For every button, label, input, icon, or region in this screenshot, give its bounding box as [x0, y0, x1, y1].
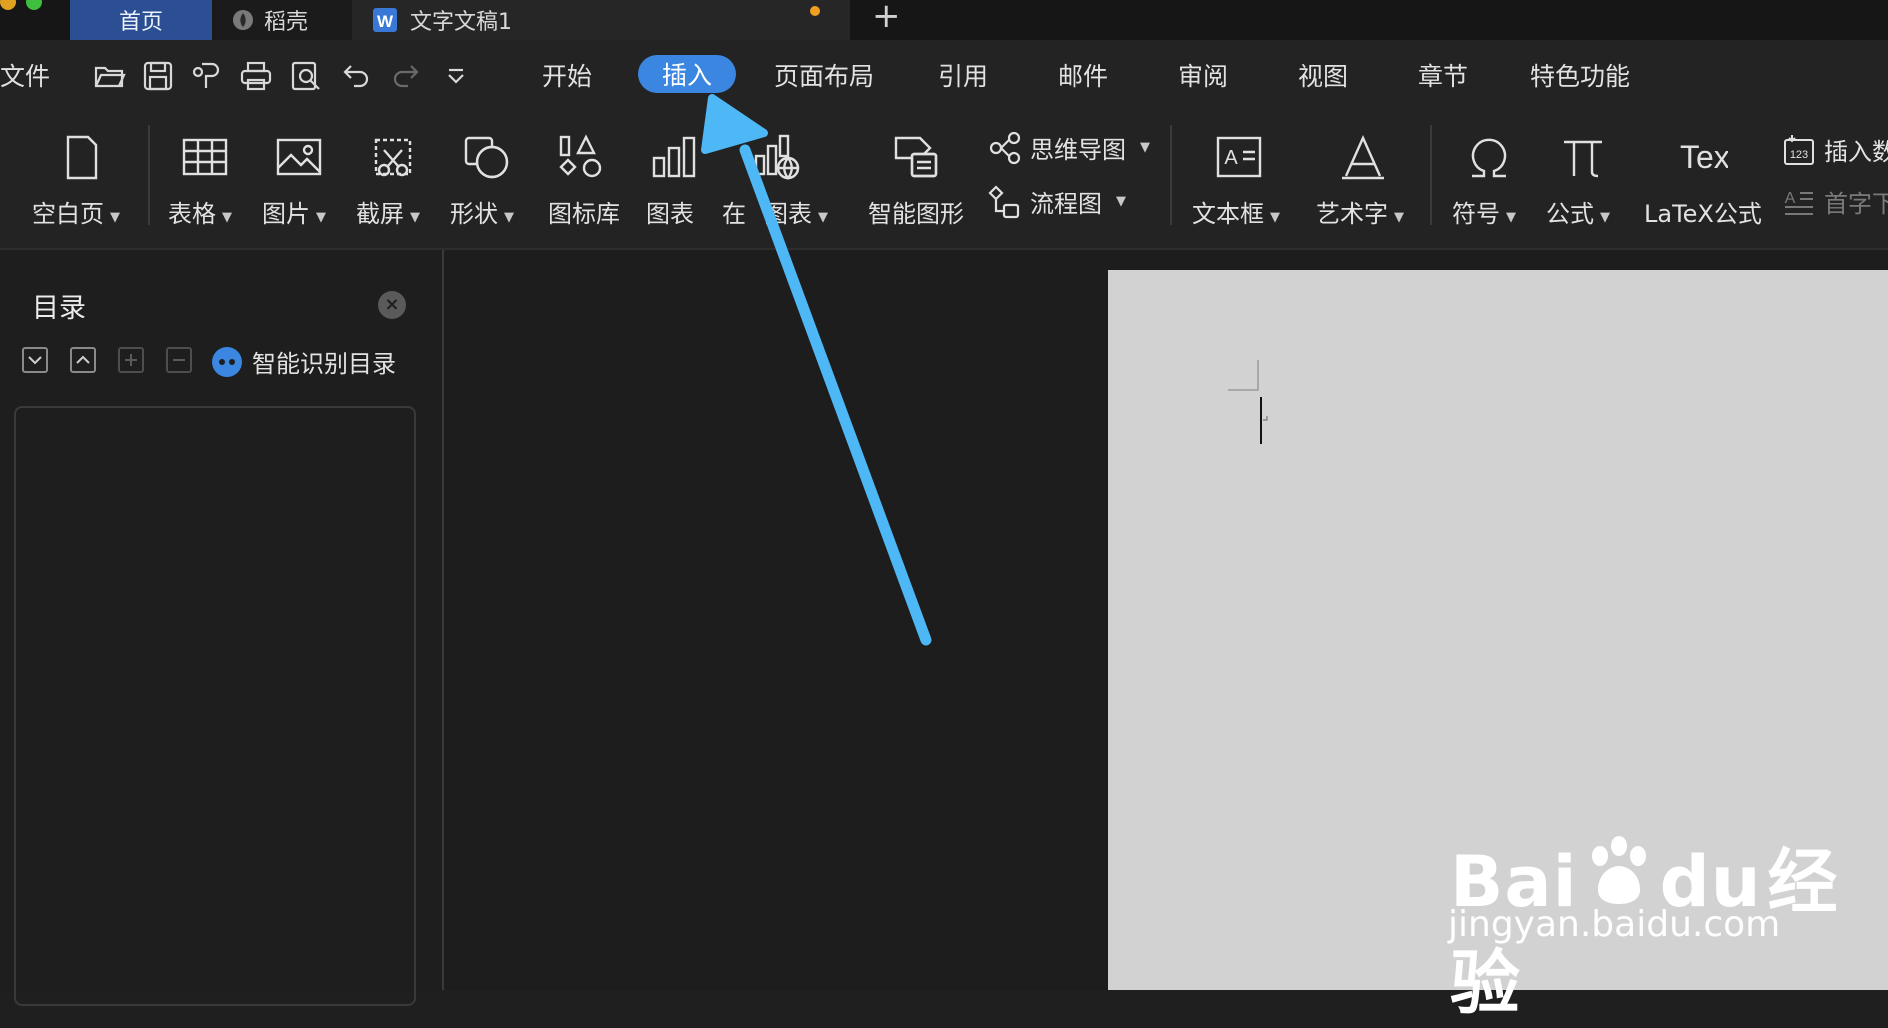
paw-icon — [1580, 834, 1658, 912]
watermark-url: jingyan.baidu.com — [1448, 904, 1781, 945]
